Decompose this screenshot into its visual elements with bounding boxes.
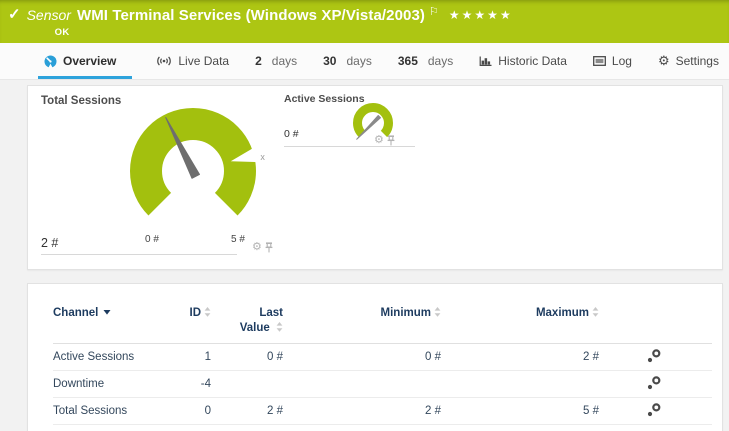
channel-settings-icon[interactable] <box>647 376 661 390</box>
channel-name: Active Sessions <box>53 351 153 363</box>
flag-icon[interactable]: ⚐ <box>429 3 439 21</box>
table-row: Total Sessions 0 2 # 2 # 5 # <box>53 398 712 425</box>
table-row: Active Sessions 1 0 # 0 # 2 # <box>53 344 712 371</box>
sensor-header: ✓ Sensor WMI Terminal Services (Windows … <box>0 0 729 43</box>
tab-historic-data[interactable]: Historic Data <box>477 43 569 79</box>
tab-live-data[interactable]: Live Data <box>154 43 231 79</box>
sort-both-icon <box>276 322 283 332</box>
tab-bar: Overview Live Data 2days 30days 365days <box>0 43 729 80</box>
column-header-minimum[interactable]: Minimum <box>283 306 441 321</box>
tab-settings[interactable]: ⚙ Settings <box>656 43 721 79</box>
pin-icon[interactable] <box>387 135 395 146</box>
live-data-icon <box>156 55 172 67</box>
tab-label: Live Data <box>178 54 229 68</box>
tab-label: Historic Data <box>498 54 567 68</box>
table-header-row: Channel ID Last Value Minimum Maximum <box>53 306 712 344</box>
channel-id: -4 <box>153 378 211 390</box>
column-header-last-value[interactable]: Last Value <box>211 306 283 336</box>
table-body: Active Sessions 1 0 # 0 # 2 # Downtime -… <box>53 344 712 425</box>
tab-overview[interactable]: Overview <box>38 43 132 79</box>
log-icon <box>593 56 606 66</box>
channel-minimum: 0 # <box>283 351 441 363</box>
channel-settings-icon[interactable] <box>647 403 661 417</box>
page-title: WMI Terminal Services (Windows XP/Vista/… <box>77 7 425 25</box>
status-badge: OK <box>55 27 513 38</box>
pin-icon[interactable] <box>265 242 273 253</box>
channel-name: Downtime <box>53 378 153 390</box>
status-ok-check-icon: ✓ <box>8 6 21 24</box>
tab-log[interactable]: Log <box>591 43 634 79</box>
sort-both-icon <box>204 307 211 317</box>
column-header-maximum[interactable]: Maximum <box>441 306 599 321</box>
total-sessions-gauge: x <box>128 104 278 236</box>
priority-stars[interactable]: ★★★★★ <box>449 6 513 24</box>
tab-30-days[interactable]: 30days <box>321 43 374 79</box>
tab-365-days[interactable]: 365days <box>396 43 455 79</box>
gear-icon[interactable]: ⚙ <box>252 242 262 253</box>
gear-icon[interactable]: ⚙ <box>374 135 384 146</box>
active-sessions-value: 0 # <box>284 128 299 140</box>
total-sessions-value: 2 # <box>41 236 58 250</box>
column-header-id[interactable]: ID <box>153 306 211 321</box>
channel-maximum: 2 # <box>441 351 599 363</box>
tab-label: Settings <box>676 54 719 68</box>
sort-both-icon <box>434 307 441 317</box>
historic-data-icon <box>479 56 492 67</box>
channel-id: 0 <box>153 405 211 417</box>
sort-both-icon <box>592 307 599 317</box>
channel-maximum: 5 # <box>441 405 599 417</box>
divider <box>284 146 415 147</box>
sort-desc-icon <box>103 310 111 315</box>
channel-minimum: 2 # <box>283 405 441 417</box>
channel-settings-icon[interactable] <box>647 349 661 363</box>
gauge-toolbar: ⚙ <box>252 242 273 253</box>
object-kind-label: Sensor <box>27 6 71 24</box>
column-header-channel[interactable]: Channel <box>53 306 153 321</box>
tab-label: Log <box>612 54 632 68</box>
svg-text:x: x <box>260 152 265 162</box>
channel-table: Channel ID Last Value Minimum Maximum Ac… <box>53 306 712 425</box>
table-row: Downtime -4 <box>53 371 712 398</box>
gear-icon: ⚙ <box>658 55 670 67</box>
tab-label: Overview <box>63 54 116 68</box>
gauge-icon <box>44 55 57 68</box>
gauges-panel: Total Sessions x 0 # 5 # 2 # ⚙ Active Se… <box>27 85 723 270</box>
sensor-overview-page: ✓ Sensor WMI Terminal Services (Windows … <box>0 0 729 431</box>
gauge-title-total-sessions: Total Sessions <box>41 95 121 107</box>
gauge-scale-min: 0 # <box>124 234 180 245</box>
tab-2-days[interactable]: 2days <box>253 43 299 79</box>
channel-last-value: 0 # <box>211 351 283 363</box>
channel-name: Total Sessions <box>53 405 153 417</box>
channel-id: 1 <box>153 351 211 363</box>
divider <box>41 254 237 255</box>
channels-panel: Channel ID Last Value Minimum Maximum Ac… <box>27 283 723 431</box>
channel-last-value: 2 # <box>211 405 283 417</box>
gauge-toolbar: ⚙ <box>374 135 395 146</box>
